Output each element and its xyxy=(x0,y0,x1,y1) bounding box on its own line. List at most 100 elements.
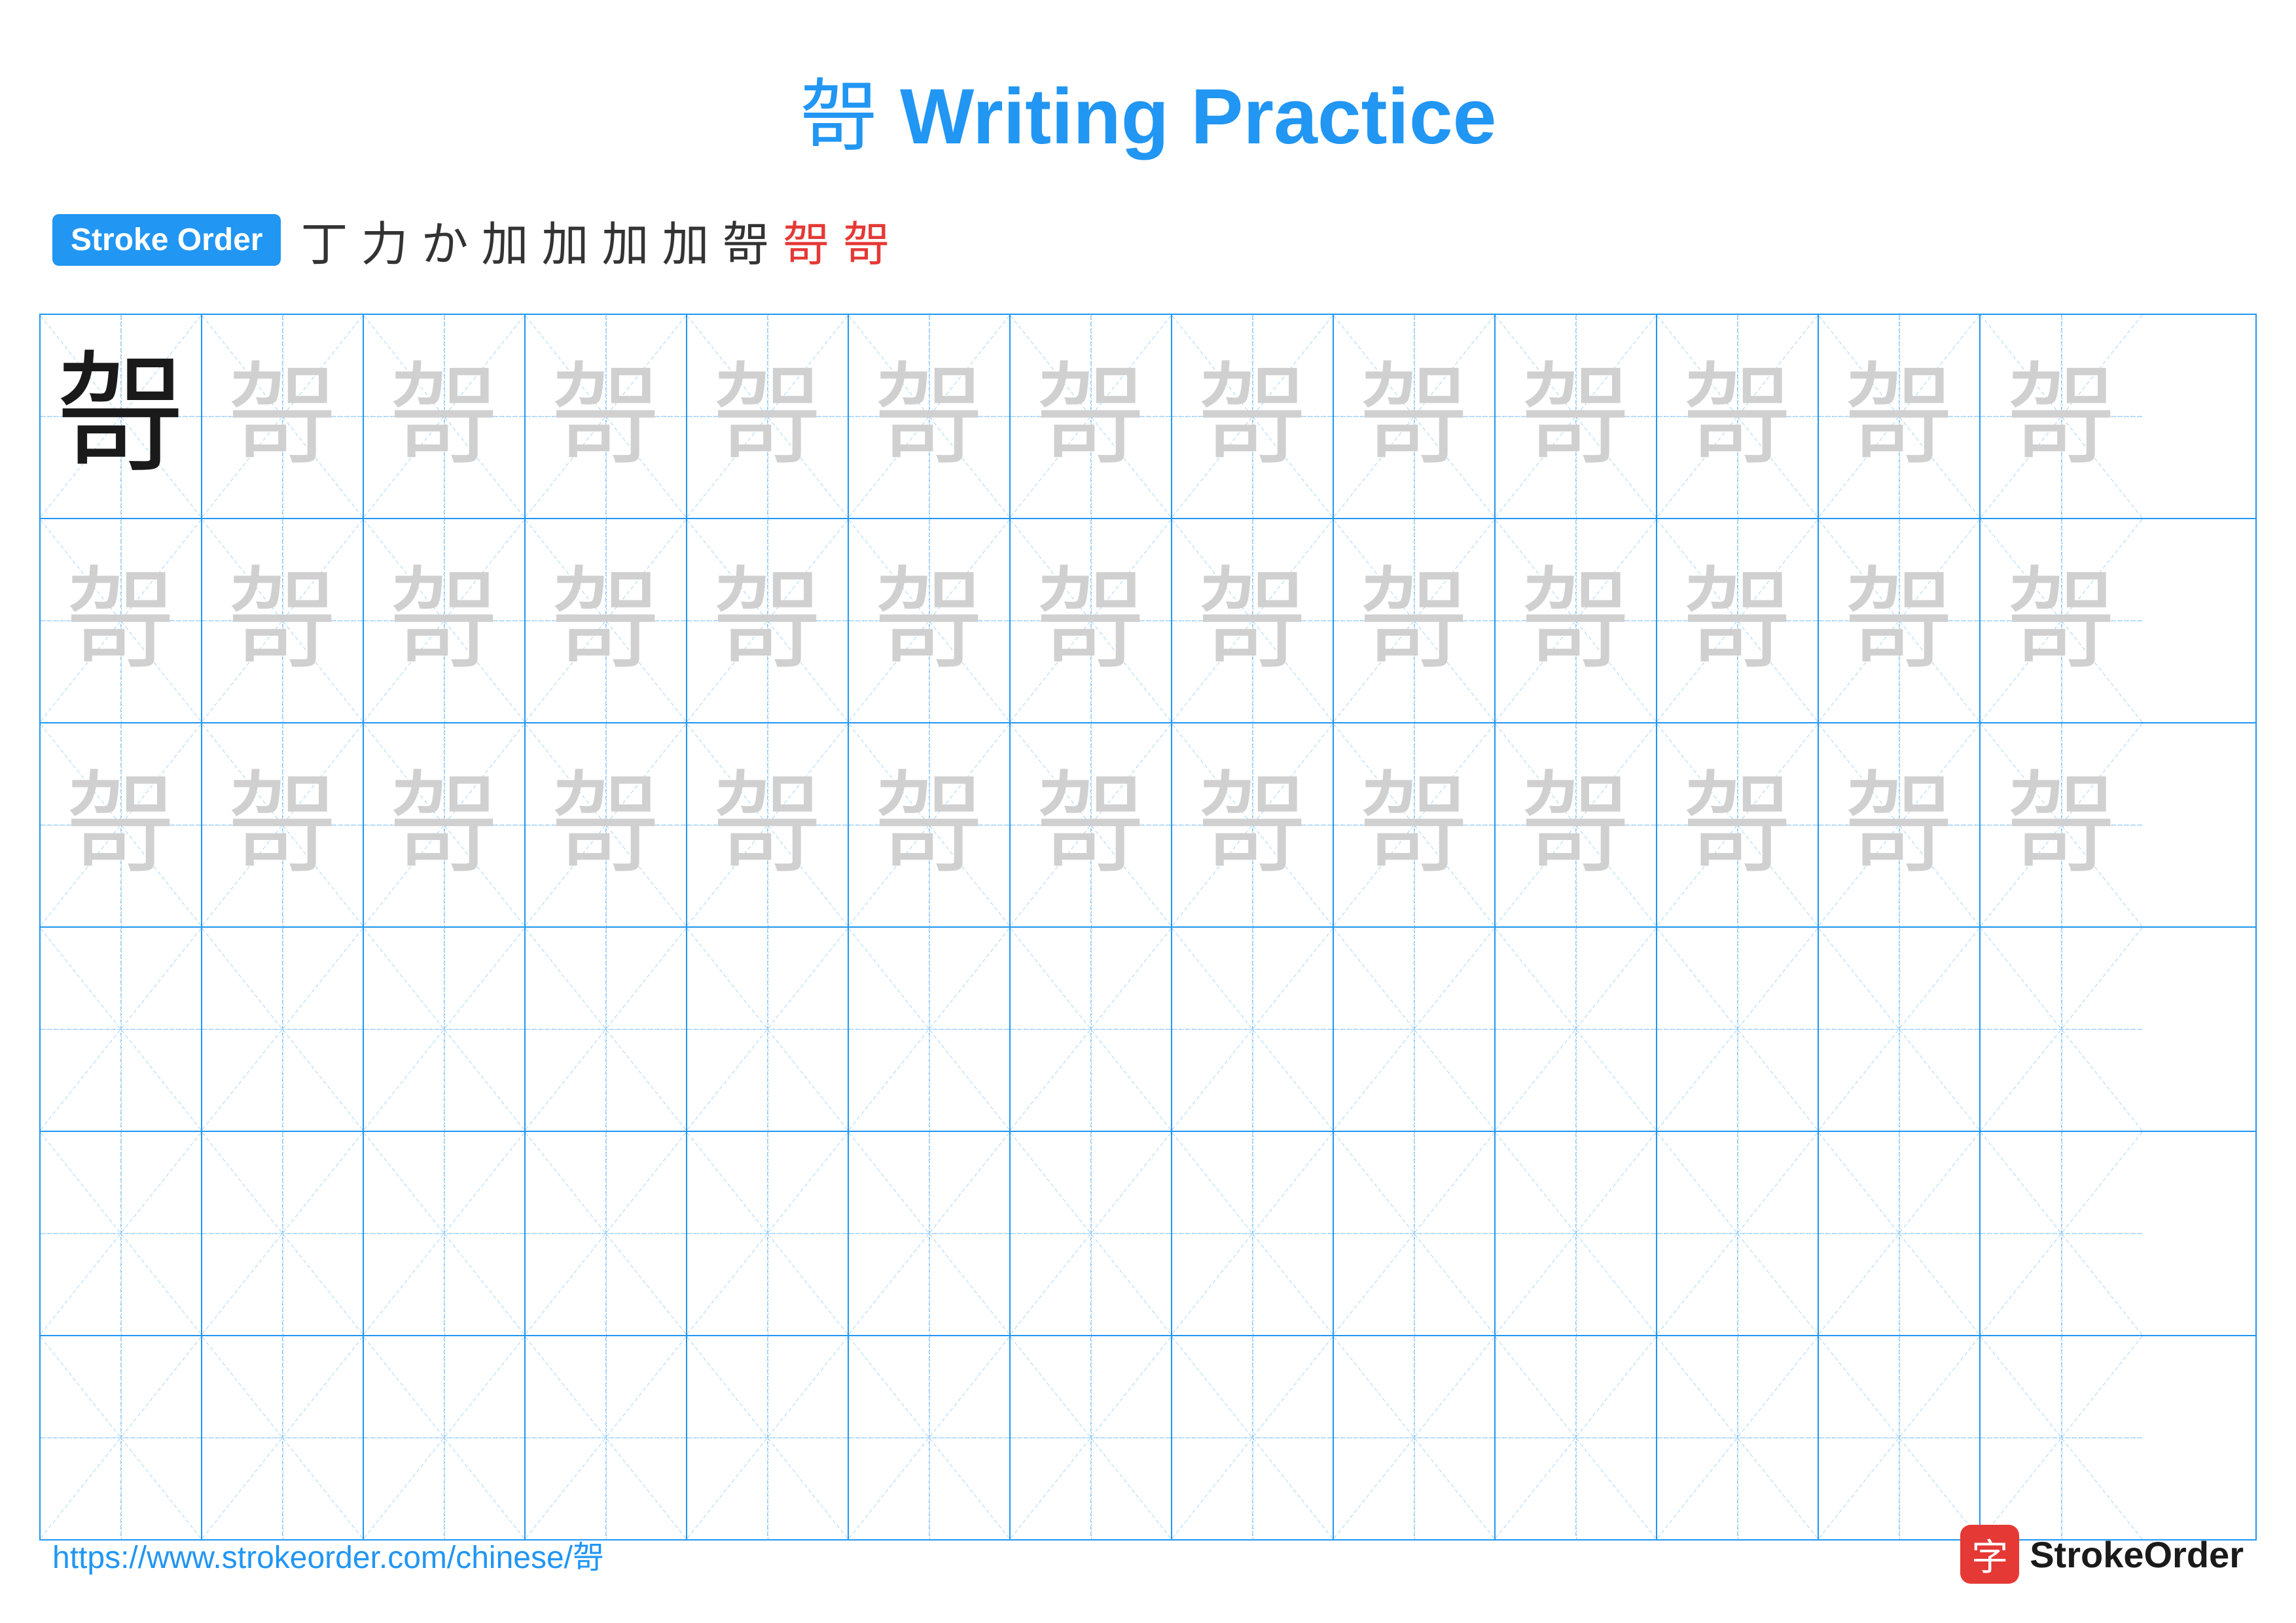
grid-cell-4-1[interactable] xyxy=(202,1132,364,1335)
grid-cell-3-3[interactable] xyxy=(526,928,687,1131)
footer: https://www.strokeorder.com/chinese/哿 字 … xyxy=(52,1525,2244,1584)
cell-char-2-11: 哿 xyxy=(1843,769,1954,881)
grid-cell-1-1[interactable]: 哿 xyxy=(202,519,364,722)
grid-cell-4-3[interactable] xyxy=(526,1132,687,1335)
grid-cell-3-9[interactable] xyxy=(1496,928,1657,1131)
grid-cell-0-12[interactable]: 哿 xyxy=(1981,315,2142,518)
cell-char-0-1: 哿 xyxy=(226,361,338,472)
grid-cell-0-3[interactable]: 哿 xyxy=(526,315,687,518)
cell-char-2-8: 哿 xyxy=(1358,769,1469,881)
grid-cell-2-10[interactable]: 哿 xyxy=(1657,723,1819,926)
grid-cell-0-1[interactable]: 哿 xyxy=(202,315,364,518)
cell-char-0-6: 哿 xyxy=(1035,361,1146,472)
grid-cell-1-6[interactable]: 哿 xyxy=(1011,519,1172,722)
grid-cell-4-12[interactable] xyxy=(1981,1132,2142,1335)
grid-cell-5-1[interactable] xyxy=(202,1336,364,1539)
grid-cell-5-2[interactable] xyxy=(364,1336,526,1539)
grid-cell-1-10[interactable]: 哿 xyxy=(1657,519,1819,722)
grid-cell-4-11[interactable] xyxy=(1819,1132,1981,1335)
grid-cell-5-6[interactable] xyxy=(1011,1336,1172,1539)
grid-cell-2-7[interactable]: 哿 xyxy=(1172,723,1334,926)
grid-cell-1-7[interactable]: 哿 xyxy=(1172,519,1334,722)
grid-cell-0-6[interactable]: 哿 xyxy=(1011,315,1172,518)
grid-cell-1-0[interactable]: 哿 xyxy=(41,519,202,722)
stroke-step-0: 丁 xyxy=(300,206,348,274)
stroke-order-row: Stroke Order 丁力か加加加加哿哿哿 xyxy=(0,192,2296,287)
cell-char-2-3: 哿 xyxy=(550,769,661,881)
stroke-chars-list: 丁力か加加加加哿哿哿 xyxy=(300,206,889,274)
grid-cell-5-9[interactable] xyxy=(1496,1336,1657,1539)
grid-cell-5-0[interactable] xyxy=(41,1336,202,1539)
grid-cell-2-3[interactable]: 哿 xyxy=(526,723,687,926)
grid-cell-4-7[interactable] xyxy=(1172,1132,1334,1335)
grid-cell-3-11[interactable] xyxy=(1819,928,1981,1131)
grid-cell-3-1[interactable] xyxy=(202,928,364,1131)
grid-cell-2-6[interactable]: 哿 xyxy=(1011,723,1172,926)
grid-cell-4-10[interactable] xyxy=(1657,1132,1819,1335)
grid-cell-3-6[interactable] xyxy=(1011,928,1172,1131)
stroke-step-7: 哿 xyxy=(723,206,770,274)
grid-cell-2-2[interactable]: 哿 xyxy=(364,723,526,926)
grid-cell-4-9[interactable] xyxy=(1496,1132,1657,1335)
grid-cell-5-10[interactable] xyxy=(1657,1336,1819,1539)
grid-cell-0-2[interactable]: 哿 xyxy=(364,315,526,518)
grid-cell-3-4[interactable] xyxy=(687,928,849,1131)
stroke-step-1: 力 xyxy=(361,206,408,274)
grid-cell-1-3[interactable]: 哿 xyxy=(526,519,687,722)
grid-cell-1-9[interactable]: 哿 xyxy=(1496,519,1657,722)
grid-cell-1-11[interactable]: 哿 xyxy=(1819,519,1981,722)
grid-cell-2-12[interactable]: 哿 xyxy=(1981,723,2142,926)
grid-cell-3-5[interactable] xyxy=(849,928,1011,1131)
grid-cell-1-8[interactable]: 哿 xyxy=(1334,519,1496,722)
grid-cell-1-4[interactable]: 哿 xyxy=(687,519,849,722)
footer-url[interactable]: https://www.strokeorder.com/chinese/哿 xyxy=(52,1531,604,1577)
stroke-step-8: 哿 xyxy=(783,206,830,274)
grid-cell-1-12[interactable]: 哿 xyxy=(1981,519,2142,722)
grid-row-4 xyxy=(41,1132,2255,1336)
grid-cell-1-2[interactable]: 哿 xyxy=(364,519,526,722)
grid-cell-3-8[interactable] xyxy=(1334,928,1496,1131)
stroke-order-badge: Stroke Order xyxy=(52,214,281,266)
grid-cell-5-7[interactable] xyxy=(1172,1336,1334,1539)
grid-cell-3-0[interactable] xyxy=(41,928,202,1131)
grid-cell-0-5[interactable]: 哿 xyxy=(849,315,1011,518)
grid-cell-1-5[interactable]: 哿 xyxy=(849,519,1011,722)
grid-cell-5-3[interactable] xyxy=(526,1336,687,1539)
grid-cell-0-0[interactable]: 哿 xyxy=(41,315,202,518)
grid-cell-2-4[interactable]: 哿 xyxy=(687,723,849,926)
grid-cell-4-4[interactable] xyxy=(687,1132,849,1335)
grid-cell-2-11[interactable]: 哿 xyxy=(1819,723,1981,926)
grid-cell-5-5[interactable] xyxy=(849,1336,1011,1539)
grid-cell-4-0[interactable] xyxy=(41,1132,202,1335)
grid-cell-4-5[interactable] xyxy=(849,1132,1011,1335)
grid-cell-0-11[interactable]: 哿 xyxy=(1819,315,1981,518)
grid-cell-5-4[interactable] xyxy=(687,1336,849,1539)
grid-cell-2-9[interactable]: 哿 xyxy=(1496,723,1657,926)
grid-row-5 xyxy=(41,1336,2255,1539)
title-chinese-char: 哿 xyxy=(800,73,878,160)
grid-cell-2-0[interactable]: 哿 xyxy=(41,723,202,926)
grid-cell-3-10[interactable] xyxy=(1657,928,1819,1131)
grid-cell-4-8[interactable] xyxy=(1334,1132,1496,1335)
grid-cell-0-9[interactable]: 哿 xyxy=(1496,315,1657,518)
grid-cell-4-6[interactable] xyxy=(1011,1132,1172,1335)
cell-char-0-2: 哿 xyxy=(388,361,499,472)
page-title: 哿 Writing Practice xyxy=(0,0,2296,166)
grid-cell-0-4[interactable]: 哿 xyxy=(687,315,849,518)
grid-cell-2-1[interactable]: 哿 xyxy=(202,723,364,926)
grid-cell-3-12[interactable] xyxy=(1981,928,2142,1131)
grid-cell-0-8[interactable]: 哿 xyxy=(1334,315,1496,518)
grid-cell-5-8[interactable] xyxy=(1334,1336,1496,1539)
cell-char-0-4: 哿 xyxy=(711,361,823,472)
cell-char-1-3: 哿 xyxy=(550,565,661,676)
grid-cell-5-11[interactable] xyxy=(1819,1336,1981,1539)
grid-cell-3-2[interactable] xyxy=(364,928,526,1131)
grid-cell-0-7[interactable]: 哿 xyxy=(1172,315,1334,518)
grid-cell-0-10[interactable]: 哿 xyxy=(1657,315,1819,518)
cell-char-0-10: 哿 xyxy=(1681,361,1793,472)
grid-cell-4-2[interactable] xyxy=(364,1132,526,1335)
grid-cell-2-5[interactable]: 哿 xyxy=(849,723,1011,926)
grid-cell-2-8[interactable]: 哿 xyxy=(1334,723,1496,926)
grid-cell-5-12[interactable] xyxy=(1981,1336,2142,1539)
grid-cell-3-7[interactable] xyxy=(1172,928,1334,1131)
